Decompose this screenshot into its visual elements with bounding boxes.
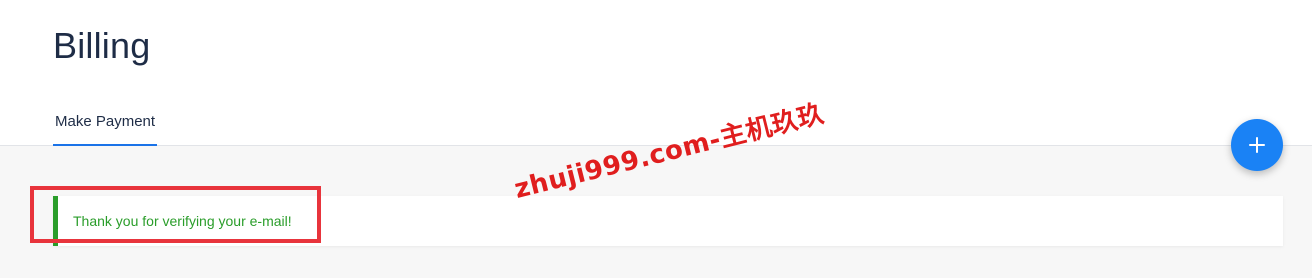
page-header: Billing Make Payment <box>0 0 1312 146</box>
add-button[interactable] <box>1231 119 1283 171</box>
alert-message: Thank you for verifying your e-mail! <box>73 213 292 229</box>
plus-icon <box>1249 137 1265 153</box>
success-alert: Thank you for verifying your e-mail! <box>53 196 1283 246</box>
tab-make-payment[interactable]: Make Payment <box>53 100 158 146</box>
page-title: Billing <box>53 25 151 66</box>
tab-bar: Make Payment <box>53 100 158 146</box>
